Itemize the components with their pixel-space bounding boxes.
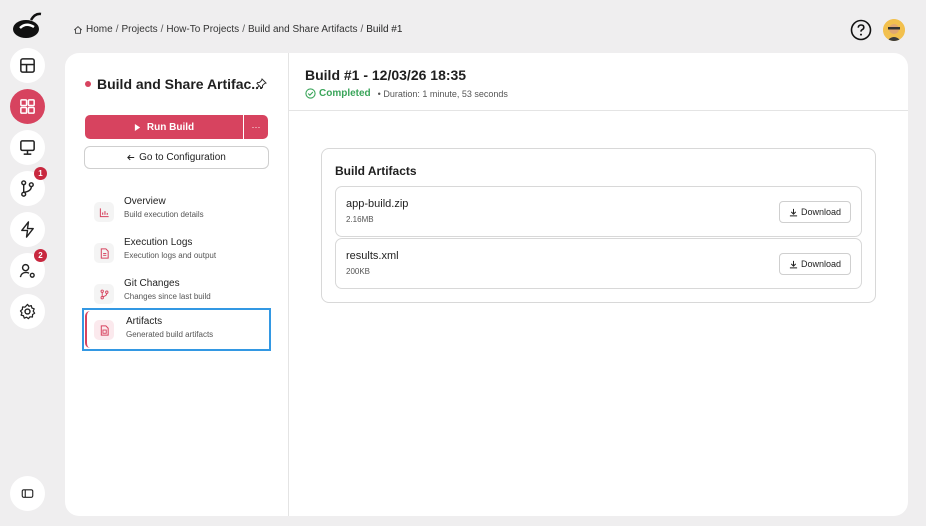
icon-rail: 1 2 bbox=[0, 0, 54, 526]
breadcrumb-home[interactable]: Home bbox=[86, 24, 113, 35]
avatar[interactable] bbox=[883, 19, 905, 41]
nav-item-artifacts[interactable]: Artifacts Generated build artifacts bbox=[82, 308, 271, 351]
run-build-label: Run Build bbox=[146, 121, 195, 133]
nav-subtitle: Generated build artifacts bbox=[126, 330, 214, 339]
download-button[interactable]: Download bbox=[779, 253, 851, 275]
build-title: Build #1 - 12/03/26 18:35 bbox=[305, 67, 467, 83]
artifact-size: 200KB bbox=[346, 267, 371, 276]
projects-grid-icon[interactable] bbox=[10, 89, 45, 124]
help-icon[interactable] bbox=[850, 19, 872, 41]
lightning-icon[interactable] bbox=[10, 212, 45, 247]
home-icon[interactable] bbox=[73, 25, 83, 35]
nav-title: Git Changes bbox=[124, 278, 180, 289]
file-icon bbox=[94, 320, 114, 340]
breadcrumb-separator: / bbox=[242, 24, 245, 35]
nav-item-execution-logs[interactable]: Execution Logs Execution logs and output bbox=[84, 233, 268, 273]
config-label: Go to Configuration bbox=[139, 152, 226, 163]
app-logo-icon[interactable] bbox=[11, 10, 43, 42]
download-icon bbox=[789, 208, 798, 216]
download-icon bbox=[789, 260, 798, 268]
download-button[interactable]: Download bbox=[779, 201, 851, 223]
header-divider bbox=[289, 110, 908, 111]
user-settings-icon[interactable]: 2 bbox=[10, 249, 47, 288]
breadcrumb-project[interactable]: Build and Share Artifacts bbox=[248, 24, 358, 35]
arrow-left-icon bbox=[127, 154, 135, 161]
document-icon bbox=[94, 243, 114, 263]
run-build-button[interactable]: Run Build bbox=[85, 115, 243, 139]
breadcrumb-separator: / bbox=[160, 24, 164, 35]
nav-subtitle: Build execution details bbox=[124, 210, 204, 219]
artifact-row: app-build.zip 2.16MB Download bbox=[335, 186, 862, 237]
artifact-row: results.xml 200KB Download bbox=[335, 238, 862, 289]
run-options-button[interactable]: ··· bbox=[244, 115, 268, 139]
nav-subtitle: Changes since last build bbox=[124, 292, 211, 301]
project-title: Build and Share Artifac... bbox=[97, 76, 263, 92]
breadcrumb: Home / Projects / How-To Projects / Buil… bbox=[73, 24, 402, 35]
artifact-name: app-build.zip bbox=[346, 198, 409, 210]
artifact-name: results.xml bbox=[346, 250, 399, 262]
pin-icon[interactable] bbox=[255, 77, 267, 90]
monitor-icon[interactable] bbox=[10, 130, 45, 165]
git-branch-icon bbox=[94, 284, 114, 304]
nav-subtitle: Execution logs and output bbox=[124, 251, 217, 260]
download-label: Download bbox=[800, 259, 842, 269]
download-label: Download bbox=[800, 207, 842, 217]
nav-title: Execution Logs bbox=[124, 237, 193, 248]
breadcrumb-separator: / bbox=[115, 24, 119, 35]
breadcrumb-separator: / bbox=[360, 24, 364, 35]
artifacts-heading: Build Artifacts bbox=[335, 164, 417, 178]
chart-icon bbox=[94, 202, 114, 222]
breadcrumb-current: Build #1 bbox=[366, 24, 403, 35]
build-duration: • Duration: 1 minute, 53 seconds bbox=[377, 88, 508, 99]
sidebar-toggle-icon[interactable] bbox=[10, 476, 45, 511]
nav-item-overview[interactable]: Overview Build execution details bbox=[84, 192, 268, 232]
users-badge: 2 bbox=[34, 249, 47, 262]
panel-divider bbox=[288, 53, 289, 516]
breadcrumb-projects[interactable]: Projects bbox=[121, 24, 157, 35]
nav-title: Overview bbox=[124, 196, 166, 207]
gear-icon[interactable] bbox=[10, 294, 45, 329]
git-badge: 1 bbox=[34, 167, 47, 180]
nav-title: Artifacts bbox=[126, 316, 163, 327]
status-dot bbox=[85, 81, 91, 87]
build-status-row: Completed • Duration: 1 minute, 53 secon… bbox=[305, 88, 508, 99]
breadcrumb-howto-projects[interactable]: How-To Projects bbox=[166, 24, 239, 35]
dashboard-icon[interactable] bbox=[10, 48, 45, 83]
status-badge: Completed bbox=[319, 88, 371, 99]
check-circle-icon bbox=[305, 88, 316, 99]
artifact-size: 2.16MB bbox=[346, 215, 374, 224]
go-to-configuration-button[interactable]: Go to Configuration bbox=[84, 146, 269, 169]
play-icon bbox=[134, 123, 141, 131]
git-branch-icon[interactable]: 1 bbox=[10, 167, 47, 206]
